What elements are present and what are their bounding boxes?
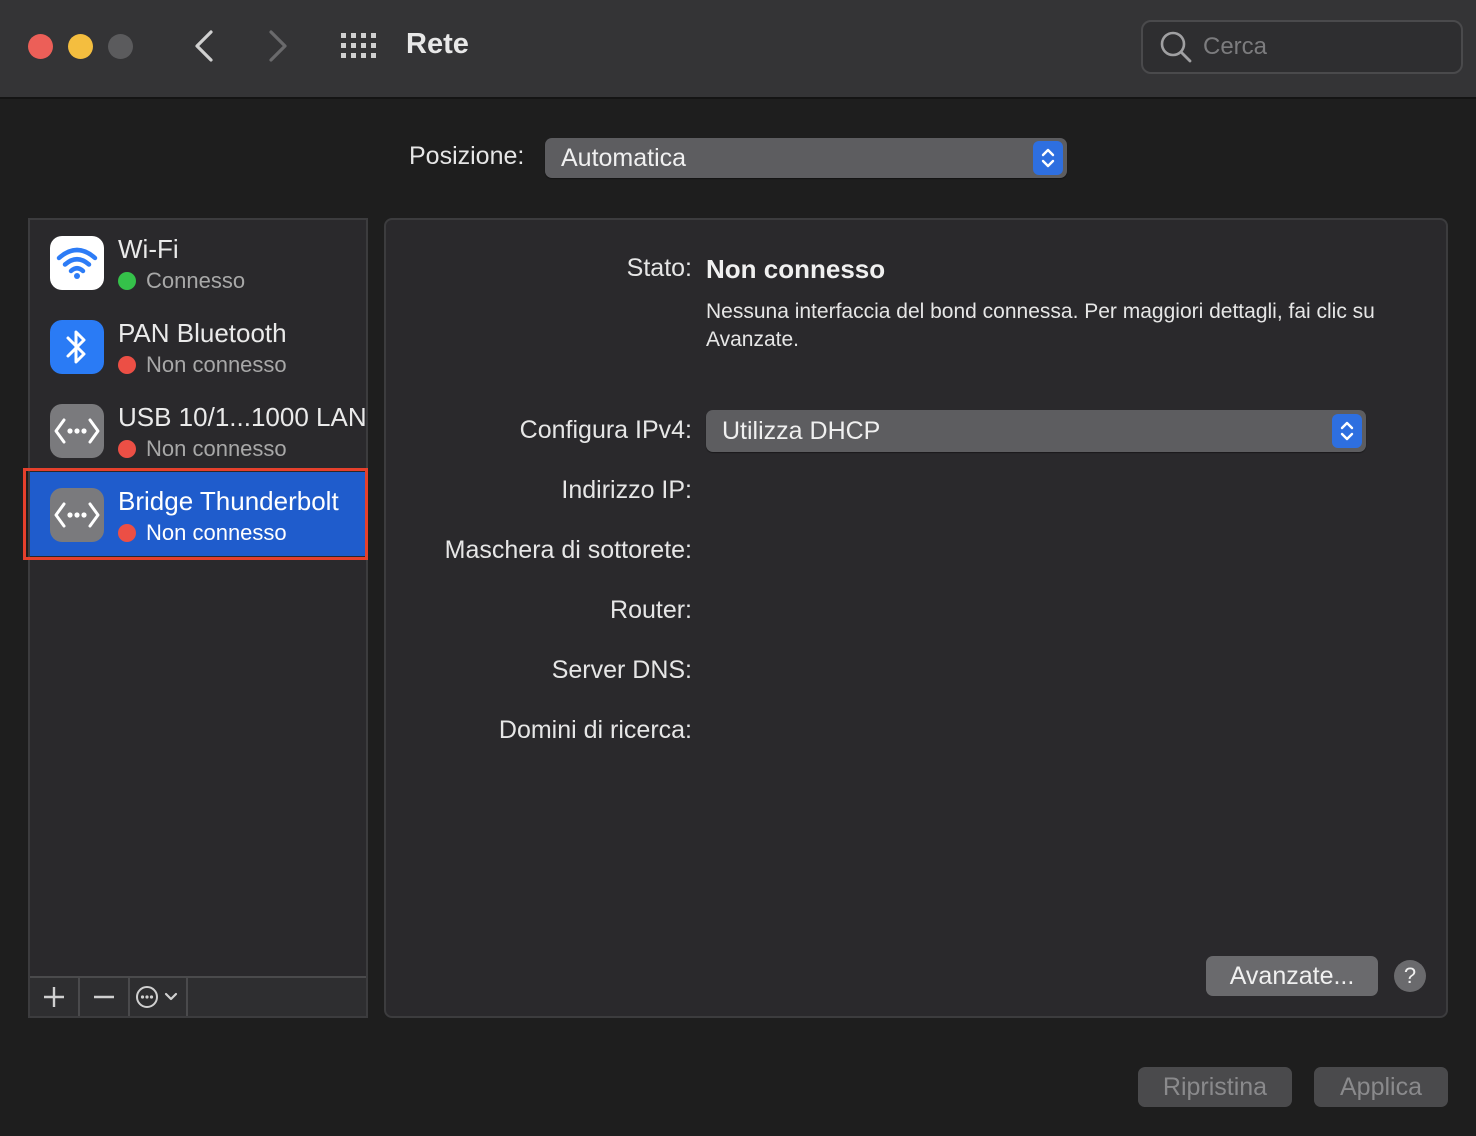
service-status-text: Non connesso	[146, 436, 287, 461]
service-item-wifi[interactable]: Wi-Fi Connesso	[30, 220, 366, 304]
ipv4-config-popup[interactable]: Utilizza DHCP	[706, 410, 1366, 452]
back-button[interactable]	[184, 26, 224, 66]
zoom-window-button[interactable]	[108, 34, 133, 59]
ipv4-label: Configura IPv4:	[519, 416, 692, 444]
location-popup[interactable]: Automatica	[545, 138, 1067, 178]
state-description: Nessuna interfaccia del bond connessa. P…	[706, 300, 1375, 351]
service-list-toolbar	[30, 976, 366, 1016]
state-label: Stato:	[626, 254, 692, 282]
dns-server-label: Server DNS:	[551, 656, 692, 684]
service-status: Non connesso	[118, 436, 287, 462]
status-dot-connected	[118, 272, 136, 290]
status-dot-disconnected	[118, 440, 136, 458]
chevron-right-icon	[269, 30, 287, 62]
grid-icon	[341, 33, 376, 58]
popup-arrows-icon	[1033, 141, 1063, 175]
service-status: Non connesso	[118, 352, 287, 378]
search-input[interactable]	[1203, 33, 1443, 61]
router-label: Router:	[610, 596, 692, 624]
advanced-button[interactable]: Avanzate...	[1206, 956, 1378, 996]
service-name: USB 10/1...1000 LAN	[118, 402, 367, 432]
ethernet-icon	[50, 404, 104, 458]
window-title: Rete	[406, 28, 469, 60]
title-bar: Rete	[0, 0, 1476, 99]
wifi-icon	[50, 236, 104, 290]
ipv4-config-value: Utilizza DHCP	[722, 416, 881, 445]
minimize-window-button[interactable]	[68, 34, 93, 59]
plus-icon	[44, 987, 64, 1007]
minus-icon	[94, 995, 114, 999]
service-name: PAN Bluetooth	[118, 318, 287, 348]
selection-highlight	[23, 468, 368, 560]
ellipsis-circle-icon	[136, 986, 178, 1008]
state-value: Non connesso	[706, 254, 886, 284]
service-status-text: Non connesso	[146, 352, 287, 377]
location-label: Posizione:	[409, 142, 525, 170]
chevron-left-icon	[195, 30, 213, 62]
popup-arrows-icon	[1332, 414, 1362, 448]
service-item-usb-lan[interactable]: USB 10/1...1000 LAN Non connesso	[30, 388, 367, 472]
show-all-button[interactable]	[338, 26, 380, 66]
remove-service-button[interactable]	[80, 978, 130, 1016]
search-field[interactable]	[1141, 20, 1463, 74]
service-status-text: Connesso	[146, 268, 246, 293]
bluetooth-icon	[50, 320, 104, 374]
apply-button[interactable]: Applica	[1314, 1067, 1448, 1107]
search-domains-label: Domini di ricerca:	[498, 716, 692, 744]
close-window-button[interactable]	[28, 34, 53, 59]
location-value: Automatica	[561, 143, 687, 172]
help-button[interactable]: ?	[1394, 960, 1426, 992]
forward-button[interactable]	[258, 26, 298, 66]
ip-address-label: Indirizzo IP:	[561, 476, 692, 504]
service-detail-panel: Stato: Non connesso Nessuna interfaccia …	[384, 218, 1448, 1018]
status-dot-disconnected	[118, 356, 136, 374]
service-item-bluetooth[interactable]: PAN Bluetooth Non connesso	[30, 304, 366, 388]
subnet-mask-label: Maschera di sottorete:	[444, 536, 692, 564]
service-name: Wi-Fi	[118, 234, 179, 264]
action-menu-button[interactable]	[130, 978, 188, 1016]
add-service-button[interactable]	[30, 978, 80, 1016]
search-icon	[1160, 31, 1192, 63]
revert-button[interactable]: Ripristina	[1138, 1067, 1292, 1107]
service-list: Wi-Fi Connesso PAN Bluetooth Non conness…	[28, 218, 368, 1018]
service-status: Connesso	[118, 268, 245, 294]
